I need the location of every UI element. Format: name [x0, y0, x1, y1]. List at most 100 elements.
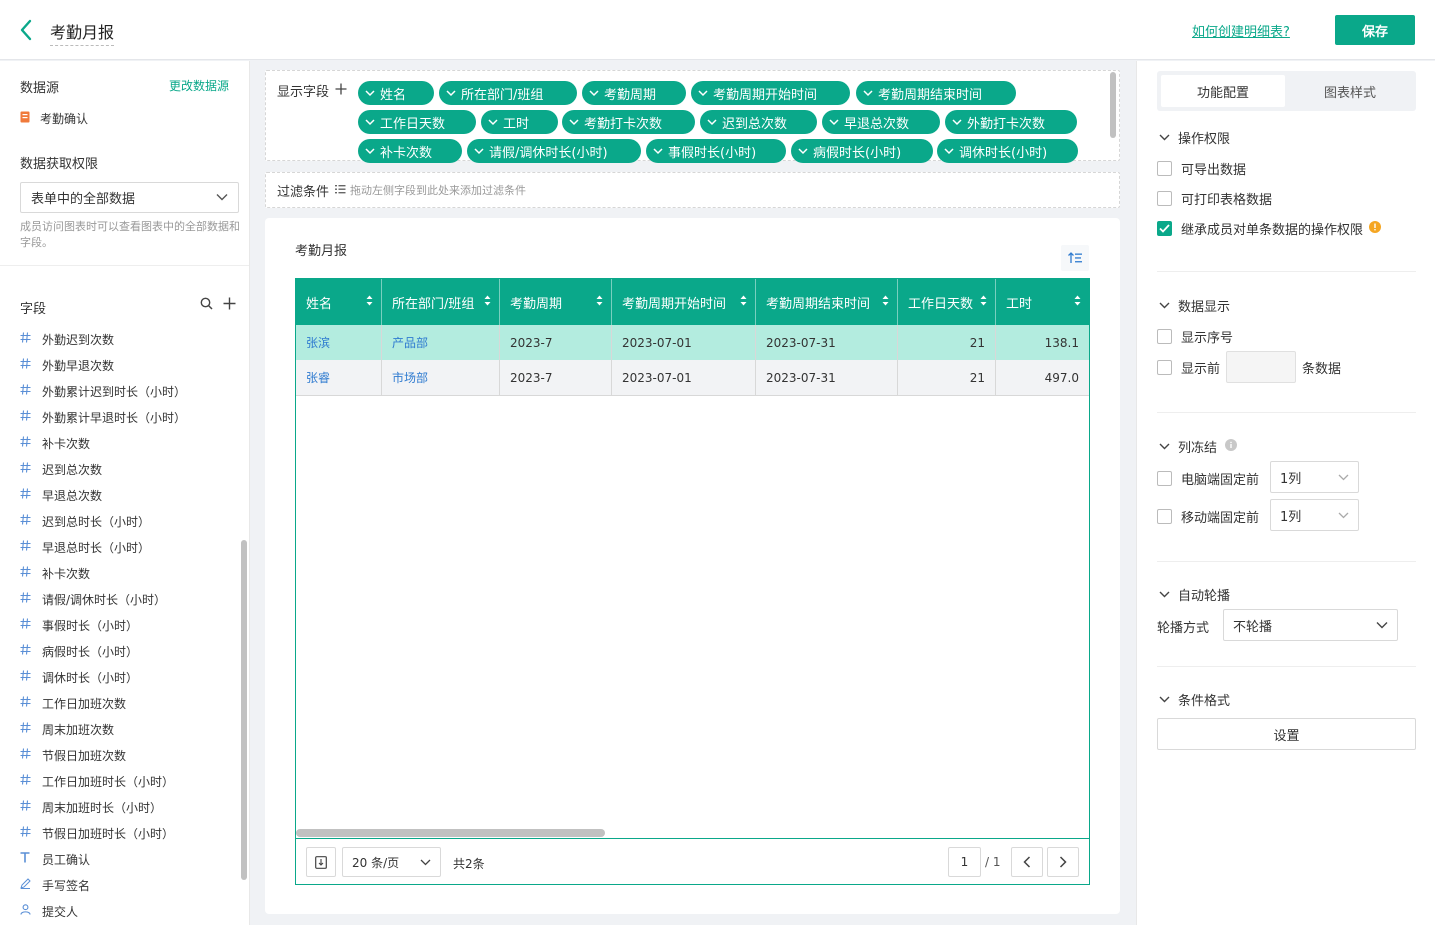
- export-icon[interactable]: [306, 847, 336, 877]
- freeze-pc-select[interactable]: 1列: [1270, 461, 1359, 493]
- search-icon[interactable]: [200, 297, 213, 314]
- add-display-field-icon[interactable]: [335, 83, 347, 99]
- field-item[interactable]: 补卡次数: [20, 430, 235, 456]
- left-scrollbar[interactable]: [241, 540, 247, 880]
- field-item[interactable]: 补卡次数: [20, 560, 235, 586]
- display-field-tag[interactable]: 姓名: [358, 81, 434, 105]
- display-field-tag[interactable]: 考勤周期结束时间: [856, 81, 1016, 105]
- sort-arrows-icon[interactable]: [484, 295, 491, 310]
- field-item[interactable]: 事假时长（小时）: [20, 612, 235, 638]
- chevron-down-icon[interactable]: [446, 89, 456, 97]
- field-item[interactable]: 迟到总次数: [20, 456, 235, 482]
- section-auto-carousel[interactable]: 自动轮播: [1159, 585, 1230, 604]
- fieldbar-scrollbar[interactable]: [1110, 72, 1116, 138]
- field-item[interactable]: 员工确认: [20, 846, 235, 872]
- show-index-option[interactable]: 显示序号: [1157, 327, 1233, 346]
- chevron-down-icon[interactable]: [569, 118, 579, 126]
- sort-arrows-icon[interactable]: [596, 295, 603, 310]
- help-link[interactable]: 如何创建明细表?: [1192, 21, 1290, 40]
- chevron-down-icon[interactable]: [589, 89, 599, 97]
- table-cell[interactable]: 张滨: [296, 325, 382, 361]
- freeze-pc-checkbox[interactable]: [1157, 471, 1172, 486]
- column-header[interactable]: 考勤周期开始时间: [612, 279, 756, 325]
- option-checkbox[interactable]: [1157, 191, 1172, 206]
- sort-arrows-icon[interactable]: [980, 295, 987, 310]
- field-item[interactable]: 早退总时长（小时）: [20, 534, 235, 560]
- column-header[interactable]: 姓名: [296, 279, 382, 325]
- field-item[interactable]: 外勤累计早退时长（小时）: [20, 404, 235, 430]
- field-item[interactable]: 外勤迟到次数: [20, 326, 235, 352]
- display-field-tag[interactable]: 补卡次数: [358, 139, 462, 163]
- field-item[interactable]: 节假日加班次数: [20, 742, 235, 768]
- sort-arrows-icon[interactable]: [740, 295, 747, 310]
- sort-icon[interactable]: [1061, 245, 1089, 271]
- freeze-mobile-checkbox[interactable]: [1157, 509, 1172, 524]
- display-field-tag[interactable]: 外勤打卡次数: [945, 110, 1077, 134]
- field-item[interactable]: 工作日加班时长（小时）: [20, 768, 235, 794]
- field-item[interactable]: 迟到总时长（小时）: [20, 508, 235, 534]
- column-header[interactable]: 考勤周期结束时间: [756, 279, 898, 325]
- display-field-tag[interactable]: 考勤周期开始时间: [691, 81, 850, 105]
- info-icon[interactable]: [1225, 438, 1238, 455]
- display-field-tag[interactable]: 工时: [481, 110, 558, 134]
- display-field-tag[interactable]: 工作日天数: [358, 110, 476, 134]
- chevron-down-icon[interactable]: [653, 147, 663, 155]
- chevron-down-icon[interactable]: [365, 147, 375, 155]
- show-first-count-input[interactable]: [1226, 351, 1297, 383]
- carousel-select[interactable]: 不轮播: [1223, 609, 1398, 641]
- section-column-freeze[interactable]: 列冻结: [1159, 437, 1238, 456]
- field-item[interactable]: 外勤早退次数: [20, 352, 235, 378]
- display-field-tag[interactable]: 调休时长(小时): [937, 139, 1078, 163]
- column-header[interactable]: 工时: [996, 279, 1089, 325]
- display-field-tag[interactable]: 考勤周期: [582, 81, 686, 105]
- change-datasource-link[interactable]: 更改数据源: [169, 77, 229, 94]
- chevron-down-icon[interactable]: [829, 118, 839, 126]
- table-horizontal-scrollbar[interactable]: [296, 829, 605, 837]
- field-item[interactable]: 早退总次数: [20, 482, 235, 508]
- table-cell[interactable]: 市场部: [382, 360, 500, 396]
- field-item[interactable]: 病假时长（小时）: [20, 638, 235, 664]
- display-field-tag[interactable]: 考勤打卡次数: [562, 110, 695, 134]
- field-item[interactable]: 请假/调休时长（小时）: [20, 586, 235, 612]
- column-header[interactable]: 考勤周期: [500, 279, 612, 325]
- show-index-checkbox[interactable]: [1157, 329, 1172, 344]
- datasource-item[interactable]: 考勤确认: [20, 110, 88, 127]
- option-checkbox[interactable]: [1157, 161, 1172, 176]
- permission-select[interactable]: 表单中的全部数据: [20, 182, 239, 213]
- display-field-tag[interactable]: 所在部门/班组: [439, 81, 577, 105]
- page-title[interactable]: 考勤月报: [50, 19, 115, 46]
- display-field-tag[interactable]: 迟到总次数: [700, 110, 817, 134]
- prev-page-button[interactable]: [1011, 847, 1043, 877]
- field-item[interactable]: 周末加班次数: [20, 716, 235, 742]
- field-item[interactable]: 工作日加班次数: [20, 690, 235, 716]
- table-cell[interactable]: 张睿: [296, 360, 382, 396]
- tab-function-config[interactable]: 功能配置: [1161, 75, 1285, 107]
- operation-option[interactable]: 可导出数据: [1157, 159, 1246, 178]
- field-item[interactable]: 手写签名: [20, 872, 235, 898]
- field-item[interactable]: 节假日加班时长（小时）: [20, 820, 235, 846]
- tab-chart-style[interactable]: 图表样式: [1288, 75, 1412, 107]
- chevron-down-icon[interactable]: [952, 118, 962, 126]
- field-item[interactable]: 提交人: [20, 898, 235, 924]
- display-field-tag[interactable]: 病假时长(小时): [791, 139, 933, 163]
- column-header[interactable]: 所在部门/班组: [382, 279, 500, 325]
- chevron-down-icon[interactable]: [798, 147, 808, 155]
- show-first-checkbox[interactable]: [1157, 359, 1172, 375]
- sort-arrows-icon[interactable]: [366, 295, 373, 310]
- warning-icon[interactable]: [1369, 220, 1382, 237]
- page-size-select[interactable]: 20 条/页: [342, 847, 441, 877]
- field-item[interactable]: 调休时长（小时）: [20, 664, 235, 690]
- section-data-display[interactable]: 数据显示: [1159, 296, 1230, 315]
- field-item[interactable]: 外勤累计迟到时长（小时）: [20, 378, 235, 404]
- field-item[interactable]: 周末加班时长（小时）: [20, 794, 235, 820]
- operation-option[interactable]: 可打印表格数据: [1157, 189, 1272, 208]
- chevron-down-icon[interactable]: [474, 147, 484, 155]
- chevron-down-icon[interactable]: [863, 89, 873, 97]
- sort-arrows-icon[interactable]: [882, 295, 889, 310]
- next-page-button[interactable]: [1047, 847, 1079, 877]
- display-field-tag[interactable]: 早退总次数: [822, 110, 940, 134]
- sort-arrows-icon[interactable]: [1074, 295, 1081, 310]
- display-field-tag[interactable]: 事假时长(小时): [646, 139, 786, 163]
- freeze-mobile-select[interactable]: 1列: [1270, 499, 1359, 531]
- display-field-tag[interactable]: 请假/调休时长(小时): [467, 139, 641, 163]
